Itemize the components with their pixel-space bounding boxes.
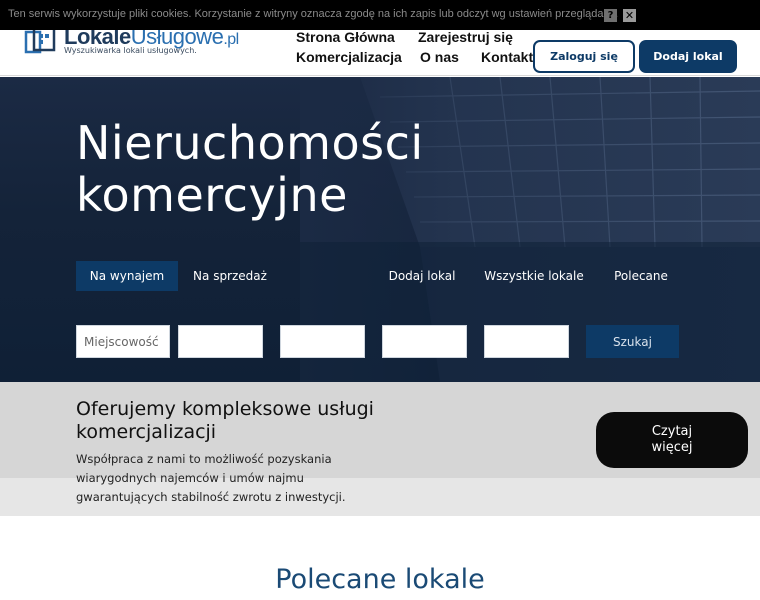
band-title: Oferujemy kompleksowe usługi komercjaliz… bbox=[76, 398, 374, 443]
location-input[interactable]: Miejscowość bbox=[76, 325, 170, 358]
cookie-bar: Ten serwis wykorzystuje pliki cookies. K… bbox=[0, 0, 760, 30]
hero-title-line1: Nieruchomości bbox=[76, 116, 424, 170]
nav-about[interactable]: O nas bbox=[420, 49, 459, 65]
search-field-5[interactable] bbox=[484, 325, 569, 358]
tab-featured[interactable]: Polecane bbox=[604, 261, 678, 291]
cookie-close-icon[interactable]: ✕ bbox=[623, 9, 636, 22]
hero-section: Nieruchomości komercyjne Na wynajem Na s… bbox=[0, 77, 760, 382]
search-button[interactable]: Szukaj bbox=[586, 325, 679, 358]
logo-tagline: Wyszukiwarka lokali usługowych. bbox=[64, 46, 197, 55]
nav-commercialization[interactable]: Komercjalizacja bbox=[296, 49, 402, 65]
hero-title-line2: komercyjne bbox=[76, 168, 348, 222]
nav-register[interactable]: Zarejestruj się bbox=[418, 29, 513, 45]
tab-sale[interactable]: Na sprzedaż bbox=[184, 261, 276, 291]
building-logo-icon bbox=[24, 26, 56, 54]
band-description: Współpraca z nami to możliwość pozyskani… bbox=[76, 452, 346, 504]
commercialization-band: Oferujemy kompleksowe usługi komercjaliz… bbox=[0, 382, 760, 516]
cookie-help-icon[interactable]: ? bbox=[604, 9, 617, 22]
read-more-label: Czytaj więcej bbox=[651, 424, 693, 455]
featured-listings-title: Polecane lokale bbox=[275, 564, 485, 595]
tab-all-listings[interactable]: Wszystkie lokale bbox=[478, 261, 590, 291]
nav-home[interactable]: Strona Główna bbox=[296, 29, 395, 45]
nav-contact[interactable]: Kontakt bbox=[481, 49, 533, 65]
search-field-3[interactable] bbox=[280, 325, 365, 358]
login-button[interactable]: Zaloguj się bbox=[533, 40, 635, 73]
read-more-button[interactable]: Czytaj więcej bbox=[596, 412, 748, 468]
search-field-2[interactable] bbox=[178, 325, 263, 358]
tab-add-listing[interactable]: Dodaj lokal bbox=[382, 261, 462, 291]
cookie-text: Ten serwis wykorzystuje pliki cookies. K… bbox=[8, 8, 619, 20]
logo-brand-tld: .pl bbox=[223, 31, 239, 48]
page: LokaleUsługowe.pl Wyszukiwarka lokali us… bbox=[0, 0, 760, 600]
tab-rent[interactable]: Na wynajem bbox=[76, 261, 178, 291]
search-field-4[interactable] bbox=[382, 325, 467, 358]
main-nav: Strona Główna Zarejestruj się Komercjali… bbox=[296, 29, 536, 69]
hero-title: Nieruchomości komercyjne bbox=[76, 117, 424, 221]
add-listing-button[interactable]: Dodaj lokal bbox=[639, 40, 737, 73]
